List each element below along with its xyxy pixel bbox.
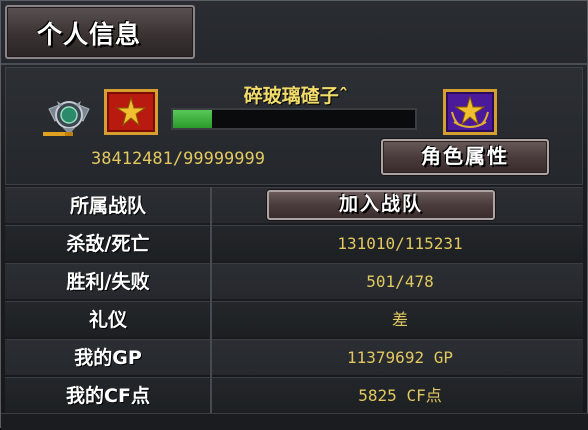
red-star-badge-icon <box>115 96 147 127</box>
current-rank-badge <box>104 89 158 135</box>
next-rank-badge <box>443 89 497 135</box>
personal-info-panel: 个人信息 碎玻璃碴子ˆ 38412481/99999999 角色属性 所属战队 … <box>0 0 588 430</box>
panel-bottom-edge <box>1 413 588 430</box>
purple-star-badge-icon <box>451 95 489 128</box>
table-row: 礼仪 差 <box>5 301 583 337</box>
role-attributes-button[interactable]: 角色属性 <box>381 139 549 175</box>
experience-value: 38412481/99999999 <box>91 149 265 169</box>
table-row: 胜利/失败 501/478 <box>5 263 583 299</box>
panel-title-tab: 个人信息 <box>5 5 195 59</box>
stat-value-cf-points: 5825 CF点 <box>358 386 442 405</box>
table-row: 我的GP 11379692 GP <box>5 339 583 375</box>
panel-title: 个人信息 <box>37 20 142 49</box>
experience-bar-fill <box>173 110 212 128</box>
stat-value-gp: 11379692 GP <box>347 348 453 367</box>
stat-label-wins-losses: 胜利/失败 <box>66 271 150 293</box>
stat-label-kills-deaths: 杀敌/死亡 <box>66 233 150 255</box>
rank-progress-mark-secondary <box>65 132 73 136</box>
join-team-button[interactable]: 加入战队 <box>267 190 495 220</box>
stat-value-etiquette: 差 <box>391 310 408 329</box>
table-row: 我的CF点 5825 CF点 <box>5 377 583 413</box>
stat-label-etiquette: 礼仪 <box>88 309 127 331</box>
player-name: 碎玻璃碴子ˆ <box>243 85 349 107</box>
table-column-divider <box>210 187 212 413</box>
stat-label-cf-points: 我的CF点 <box>66 385 150 407</box>
stat-label-gp: 我的GP <box>74 347 142 369</box>
stat-label-team: 所属战队 <box>69 195 146 217</box>
experience-bar <box>171 108 417 130</box>
title-divider <box>1 63 588 65</box>
stat-value-kills-deaths: 131010/115231 <box>337 234 463 253</box>
table-row: 杀敌/死亡 131010/115231 <box>5 225 583 261</box>
rank-progress-mark <box>43 132 65 136</box>
stat-value-wins-losses: 501/478 <box>366 272 434 291</box>
stats-table: 所属战队 杀敌/死亡 131010/115231 胜利/失败 501/478 礼… <box>5 187 583 413</box>
